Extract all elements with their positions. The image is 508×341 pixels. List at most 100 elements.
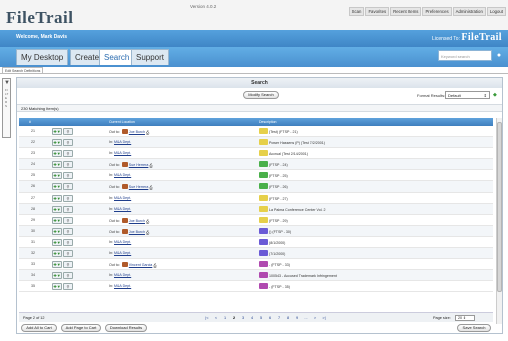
add-to-cart-icon[interactable]: ✚▼ <box>52 283 62 291</box>
add-to-cart-icon[interactable]: ✚▼ <box>52 205 62 213</box>
pager-link[interactable]: |< <box>203 313 211 323</box>
nav-administration[interactable]: Administration <box>452 7 486 16</box>
location-link[interactable]: Sue Herrera <box>129 185 149 189</box>
results-scrollbar[interactable] <box>496 118 502 324</box>
tab-support[interactable]: Support <box>131 49 170 65</box>
pager-link[interactable]: 8 <box>284 313 292 323</box>
add-to-cart-icon[interactable]: ✚▼ <box>52 150 62 158</box>
location-link[interactable]: M&A Dept. <box>114 207 131 211</box>
view-details-icon[interactable]: ⚲ <box>63 272 73 280</box>
location-link[interactable]: M&A Dept. <box>114 173 131 177</box>
printer-icon[interactable]: ⎙ <box>146 130 149 135</box>
printer-icon[interactable]: ⎙ <box>146 219 149 224</box>
table-row[interactable]: 31 ✚▼ ⚲ In: M&A Dept. (8/1/2000) <box>19 237 493 249</box>
filetrail-logo[interactable]: FileTrail <box>6 8 73 28</box>
pager-link[interactable]: 6 <box>266 313 274 323</box>
table-row[interactable]: 24 ✚▼ ⚲ Out to: Sue Herrera ⎙ (FTSP - 24) <box>19 159 493 171</box>
pager-link[interactable]: 3 <box>239 313 247 323</box>
view-details-icon[interactable]: ⚲ <box>63 261 73 269</box>
table-row[interactable]: 32 ✚▼ ⚲ In: M&A Dept. (7/1/2000) <box>19 248 493 260</box>
add-to-cart-icon[interactable]: ✚▼ <box>52 261 62 269</box>
location-link[interactable]: M&A Dept. <box>114 273 131 277</box>
filter-strip[interactable]: ▼ FILTERS <box>2 78 11 138</box>
view-details-icon[interactable]: ⚲ <box>63 194 73 202</box>
save-search-button[interactable]: Save Search <box>457 324 491 332</box>
view-details-icon[interactable]: ⚲ <box>63 161 73 169</box>
add-to-cart-icon[interactable]: ✚▼ <box>52 172 62 180</box>
scrollbar-thumb[interactable] <box>497 122 502 292</box>
nav-recent-items[interactable]: Recent Items <box>390 7 422 16</box>
printer-icon[interactable]: ⎙ <box>146 230 149 235</box>
view-details-icon[interactable]: ⚲ <box>63 283 73 291</box>
page-size-select[interactable]: 20 ⇕ <box>455 315 475 321</box>
add-to-cart-icon[interactable]: ✚▼ <box>52 227 62 235</box>
view-details-icon[interactable]: ⚲ <box>63 250 73 258</box>
table-row[interactable]: 26 ✚▼ ⚲ Out to: Sue Herrera ⎙ (FTSP - 26) <box>19 181 493 193</box>
nav-favorites[interactable]: Favorites <box>365 7 390 16</box>
funnel-icon[interactable]: ▼ <box>3 80 11 86</box>
pager-link[interactable]: 4 <box>248 313 256 323</box>
location-link[interactable]: M&A Dept. <box>114 151 131 155</box>
location-link[interactable]: M&A Dept. <box>114 240 131 244</box>
add-to-cart-icon[interactable]: ✚▼ <box>52 250 62 258</box>
table-row[interactable]: 34 ✚▼ ⚲ In: M&A Dept. 100543 - Accused Trade… <box>19 270 493 282</box>
nav-scan[interactable]: Scan <box>348 7 365 16</box>
format-go-icon[interactable]: ◆ <box>493 92 497 98</box>
view-details-icon[interactable]: ⚲ <box>63 238 73 246</box>
table-row[interactable]: 28 ✚▼ ⚲ In: M&A Dept. La Palma Conference Ce… <box>19 203 493 215</box>
pager-link[interactable]: 7 <box>275 313 283 323</box>
col-current-location[interactable]: Current Location <box>109 118 135 126</box>
modify-search-button[interactable]: Modify Search <box>243 91 279 99</box>
location-link[interactable]: M&A Dept. <box>114 251 131 255</box>
pager-link[interactable]: >| <box>320 313 328 323</box>
table-row[interactable]: 35 ✚▼ ⚲ In: M&A Dept. - (FTSP - 35) <box>19 281 493 293</box>
pager-link[interactable]: ... <box>302 313 310 323</box>
location-link[interactable]: Joe Burch <box>129 219 145 223</box>
pager-link[interactable]: 5 <box>257 313 265 323</box>
table-row[interactable]: 25 ✚▼ ⚲ In: M&A Dept. (FTSP - 25) <box>19 170 493 182</box>
keyword-search-go-icon[interactable]: ● <box>494 50 504 61</box>
add-to-cart-icon[interactable]: ✚▼ <box>52 139 62 147</box>
col-description[interactable]: Description <box>259 118 277 126</box>
pager-link[interactable]: > <box>311 313 319 323</box>
add-page-to-cart-button[interactable]: Add Page to Cart <box>61 324 101 332</box>
location-link[interactable]: Sue Herrera <box>129 163 149 167</box>
printer-icon[interactable]: ⎙ <box>153 263 156 268</box>
view-details-icon[interactable]: ⚲ <box>63 139 73 147</box>
table-row[interactable]: 21 ✚▼ ⚲ Out to: Joe Burch ⎙ (Test) (FTSP - 2… <box>19 126 493 138</box>
view-details-icon[interactable]: ⚲ <box>63 183 73 191</box>
keyword-search-input[interactable]: Keyword search <box>438 50 492 61</box>
add-all-to-cart-button[interactable]: Add All to Cart <box>21 324 57 332</box>
tab-my-desktop[interactable]: My Desktop <box>16 49 69 65</box>
printer-icon[interactable]: ⎙ <box>149 163 152 168</box>
view-details-icon[interactable]: ⚲ <box>63 150 73 158</box>
add-to-cart-icon[interactable]: ✚▼ <box>52 183 62 191</box>
download-results-button[interactable]: Download Results <box>105 324 147 332</box>
location-link[interactable]: M&A Dept. <box>114 140 131 144</box>
add-to-cart-icon[interactable]: ✚▼ <box>52 216 62 224</box>
pager-link[interactable]: 9 <box>293 313 301 323</box>
pager-link[interactable]: 2 <box>230 313 238 323</box>
view-details-icon[interactable]: ⚲ <box>63 128 73 135</box>
nav-logout[interactable]: Logout <box>486 7 506 16</box>
table-row[interactable]: 23 ✚▼ ⚲ In: M&A Dept. Accrual (Test 2/14/200… <box>19 148 493 160</box>
col-num[interactable]: # <box>29 118 31 126</box>
table-row[interactable]: 22 ✚▼ ⚲ In: M&A Dept. Power Hassens (P) (Tes… <box>19 137 493 149</box>
tab-search[interactable]: Search <box>99 49 135 65</box>
add-to-cart-icon[interactable]: ✚▼ <box>52 161 62 169</box>
table-row[interactable]: 33 ✚▼ ⚲ Out to: Vincent Garcia ⎙ - (FTSP - 3… <box>19 259 493 271</box>
table-row[interactable]: 30 ✚▼ ⚲ Out to: Joe Burch ⎙ () (FTSP - 30) <box>19 225 493 237</box>
add-to-cart-icon[interactable]: ✚▼ <box>52 238 62 246</box>
pager-link[interactable]: 1 <box>221 313 229 323</box>
location-link[interactable]: Vincent Garcia <box>129 263 153 267</box>
location-link[interactable]: Joe Burch <box>129 230 145 234</box>
location-link[interactable]: M&A Dept. <box>114 196 131 200</box>
view-details-icon[interactable]: ⚲ <box>63 205 73 213</box>
format-results-select[interactable]: Default ⇕ <box>445 91 490 99</box>
location-link[interactable]: Joe Burch <box>129 130 145 134</box>
table-row[interactable]: 29 ✚▼ ⚲ Out to: Joe Burch ⎙ (FTSP - 29) <box>19 215 493 226</box>
add-to-cart-icon[interactable]: ✚▼ <box>52 128 62 135</box>
view-details-icon[interactable]: ⚲ <box>63 172 73 180</box>
add-to-cart-icon[interactable]: ✚▼ <box>52 194 62 202</box>
pager-link[interactable]: < <box>212 313 220 323</box>
